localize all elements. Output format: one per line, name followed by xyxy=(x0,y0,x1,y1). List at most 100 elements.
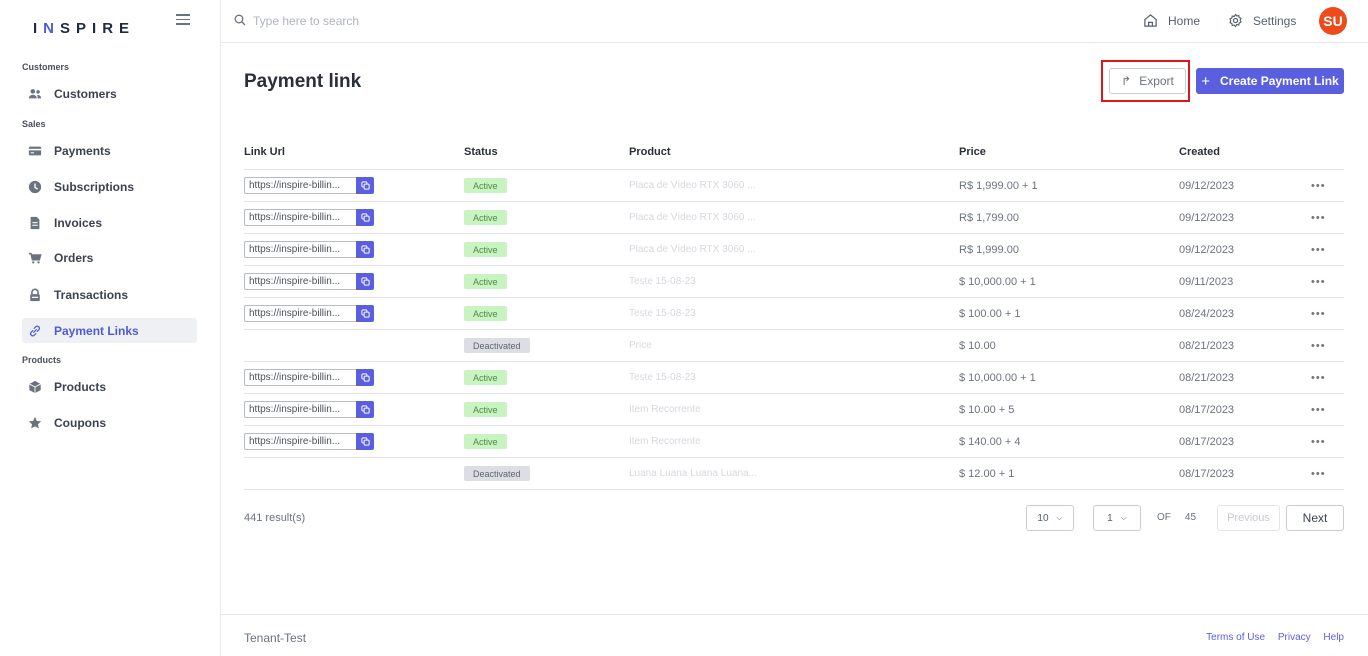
sidebar-item-label: Payment Links xyxy=(54,323,139,338)
clock-icon xyxy=(28,180,42,194)
created-cell: 08/17/2023 xyxy=(1179,435,1235,448)
copy-icon xyxy=(360,213,370,222)
footer: Tenant-Test Terms of Use Privacy Help xyxy=(221,614,1368,656)
product-cell: Item Recorrente xyxy=(629,436,701,447)
search-input[interactable] xyxy=(253,11,553,31)
copy-link-button[interactable] xyxy=(356,241,374,258)
section-label-products: Products xyxy=(22,355,62,365)
link-url-input[interactable]: https://inspire-billin... xyxy=(244,369,356,386)
search-icon xyxy=(234,14,246,26)
share-arrow-icon: ↱ xyxy=(1121,74,1132,88)
price-cell: $ 140.00 + 4 xyxy=(959,435,1021,448)
copy-link-button[interactable] xyxy=(356,369,374,386)
link-url-field: https://inspire-billin... xyxy=(244,273,374,290)
link-url-field: https://inspire-billin... xyxy=(244,369,374,386)
copy-link-button[interactable] xyxy=(356,273,374,290)
status-badge: Active xyxy=(464,242,507,257)
status-badge: Active xyxy=(464,274,507,289)
link-url-input[interactable]: https://inspire-billin... xyxy=(244,273,356,290)
more-options-icon[interactable]: ••• xyxy=(1311,468,1326,480)
more-options-icon[interactable]: ••• xyxy=(1311,276,1326,288)
settings-link[interactable]: Settings xyxy=(1228,13,1296,28)
sidebar-item-transactions[interactable]: Transactions xyxy=(22,282,197,307)
link-url-input[interactable]: https://inspire-billin... xyxy=(244,241,356,258)
link-url-cell: https://inspire-billin... xyxy=(244,266,374,297)
created-cell: 08/24/2023 xyxy=(1179,307,1235,320)
page-size-select[interactable]: 10 ⌵ xyxy=(1026,505,1074,531)
credit-card-icon xyxy=(28,144,42,158)
link-icon xyxy=(28,324,42,338)
terms-link[interactable]: Terms of Use xyxy=(1206,632,1265,643)
status-cell: Active xyxy=(464,394,507,425)
link-url-input[interactable]: https://inspire-billin... xyxy=(244,177,356,194)
copy-icon xyxy=(360,277,370,286)
price-cell: $ 10,000.00 + 1 xyxy=(959,275,1036,288)
page-select[interactable]: 1 ⌵ xyxy=(1093,505,1141,531)
table-row: https://inspire-billin... Active Item Reco… xyxy=(244,394,1344,426)
sidebar-item-label: Subscriptions xyxy=(54,179,135,194)
logo: INSPIRE xyxy=(33,20,136,37)
status-badge: Active xyxy=(464,210,507,225)
box-icon xyxy=(28,380,42,394)
create-payment-link-button[interactable]: + Create Payment Link xyxy=(1196,68,1344,94)
sidebar-item-orders[interactable]: Orders xyxy=(22,245,197,270)
sidebar-item-products[interactable]: Products xyxy=(22,374,197,399)
help-link[interactable]: Help xyxy=(1323,632,1344,643)
section-label-customers: Customers xyxy=(22,62,70,72)
more-options-icon[interactable]: ••• xyxy=(1311,404,1326,416)
copy-icon xyxy=(360,309,370,318)
export-button[interactable]: ↱ Export xyxy=(1109,68,1186,94)
table-row: https://inspire-billin... Active Teste 15-… xyxy=(244,298,1344,330)
column-header-product: Product xyxy=(629,146,671,158)
link-url-field: https://inspire-billin... xyxy=(244,305,374,322)
link-url-input[interactable]: https://inspire-billin... xyxy=(244,433,356,450)
more-options-icon[interactable]: ••• xyxy=(1311,340,1326,352)
copy-link-button[interactable] xyxy=(356,401,374,418)
status-cell: Active xyxy=(464,426,507,457)
copy-link-button[interactable] xyxy=(356,209,374,226)
more-options-icon[interactable]: ••• xyxy=(1311,372,1326,384)
link-url-input[interactable]: https://inspire-billin... xyxy=(244,305,356,322)
more-options-icon[interactable]: ••• xyxy=(1311,308,1326,320)
link-url-cell: https://inspire-billin... xyxy=(244,202,374,233)
star-icon xyxy=(28,416,42,430)
product-cell: Placa de Vídeo RTX 3060 ... xyxy=(629,212,756,223)
link-url-cell: https://inspire-billin... xyxy=(244,394,374,425)
home-link[interactable]: Home xyxy=(1143,13,1200,28)
sidebar-item-invoices[interactable]: Invoices xyxy=(22,210,197,235)
sidebar-item-payment-links[interactable]: Payment Links xyxy=(22,318,197,343)
sidebar-item-customers[interactable]: Customers xyxy=(22,81,197,106)
top-bar: Home Settings SU xyxy=(221,0,1368,43)
status-badge: Deactivated xyxy=(464,338,530,353)
link-url-input[interactable]: https://inspire-billin... xyxy=(244,401,356,418)
sidebar-item-coupons[interactable]: Coupons xyxy=(22,410,197,435)
link-url-field: https://inspire-billin... xyxy=(244,209,374,226)
copy-icon xyxy=(360,437,370,446)
menu-icon[interactable] xyxy=(176,14,190,26)
link-url-input[interactable]: https://inspire-billin... xyxy=(244,209,356,226)
row-menu-cell: ••• xyxy=(1311,330,1326,361)
previous-button[interactable]: Previous xyxy=(1217,505,1280,531)
product-cell: Luana Luana Luana Luana... xyxy=(629,468,757,479)
row-menu-cell: ••• xyxy=(1311,458,1326,489)
privacy-link[interactable]: Privacy xyxy=(1278,632,1311,643)
more-options-icon[interactable]: ••• xyxy=(1311,180,1326,192)
sidebar-item-subscriptions[interactable]: Subscriptions xyxy=(22,174,197,199)
link-url-field: https://inspire-billin... xyxy=(244,401,374,418)
copy-link-button[interactable] xyxy=(356,177,374,194)
copy-link-button[interactable] xyxy=(356,305,374,322)
sidebar-item-label: Invoices xyxy=(54,215,103,230)
more-options-icon[interactable]: ••• xyxy=(1311,436,1326,448)
link-url-field: https://inspire-billin... xyxy=(244,433,374,450)
next-button[interactable]: Next xyxy=(1286,505,1344,531)
sidebar-item-label: Transactions xyxy=(54,287,129,302)
created-cell: 08/17/2023 xyxy=(1179,467,1235,480)
row-menu-cell: ••• xyxy=(1311,362,1326,393)
more-options-icon[interactable]: ••• xyxy=(1311,212,1326,224)
avatar[interactable]: SU xyxy=(1319,7,1347,35)
status-cell: Active xyxy=(464,202,507,233)
copy-link-button[interactable] xyxy=(356,433,374,450)
sidebar-item-payments[interactable]: Payments xyxy=(22,138,197,163)
more-options-icon[interactable]: ••• xyxy=(1311,244,1326,256)
table-row: Deactivated Luana Luana Luana Luana... $ 1… xyxy=(244,458,1344,490)
